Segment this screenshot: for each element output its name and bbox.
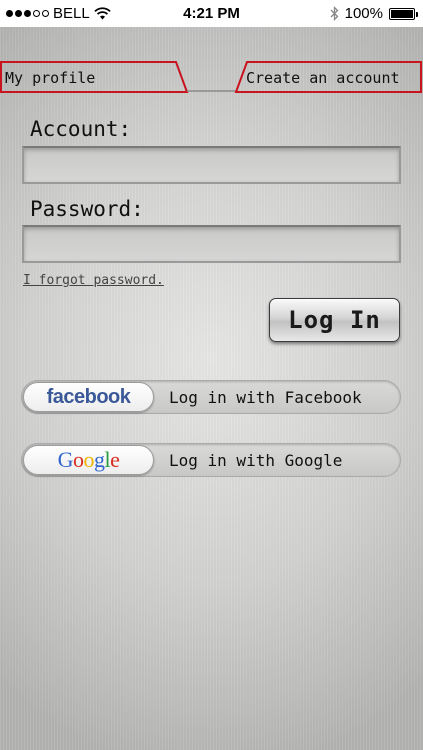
bluetooth-icon [330,6,339,21]
facebook-login-label: Log in with Facebook [169,388,362,407]
account-label: Account: [30,117,132,141]
tab-create-account[interactable]: Create an account [246,69,400,87]
tab-bar: My profile Create an account [0,60,423,94]
carrier-name: BELL [53,5,90,22]
login-button[interactable]: Log In [269,298,400,342]
google-logo-pill: Google [23,445,154,475]
forgot-password-link[interactable]: I forgot password. [23,273,164,288]
password-label: Password: [30,197,144,221]
facebook-logo: facebook [46,385,131,408]
google-login-label: Log in with Google [169,451,343,470]
account-input[interactable] [22,146,401,184]
wifi-icon [94,7,111,20]
facebook-login-button[interactable]: facebook Log in with Facebook [21,380,401,414]
facebook-logo-pill: facebook [23,382,154,412]
signal-strength-icon [6,10,49,17]
status-left: BELL [6,5,111,22]
google-logo: Google [57,447,120,472]
battery-icon [389,7,418,20]
battery-percentage: 100% [344,5,383,22]
tab-my-profile[interactable]: My profile [5,69,95,87]
status-bar: BELL 4:21 PM 100% [0,0,423,27]
status-right: 100% [330,5,418,22]
password-input[interactable] [22,225,401,263]
google-login-button[interactable]: Google Log in with Google [21,443,401,477]
